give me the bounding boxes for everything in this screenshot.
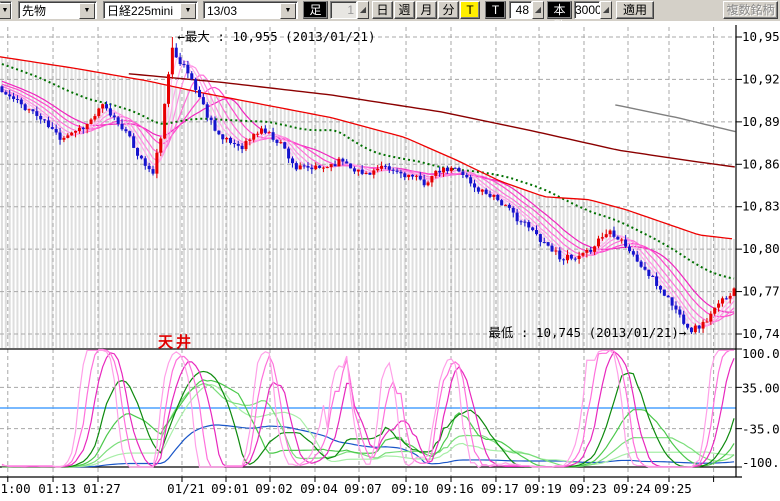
svg-text:09:17: 09:17 [481,481,519,496]
tick-mode-button[interactable]: T [485,1,506,19]
svg-text:09:16: 09:16 [436,481,474,496]
hidden-combo[interactable]: ▼ [0,1,12,19]
instrument-value: 日経225mini [107,3,173,19]
svg-text:10,775: 10,775 [742,284,780,299]
bar-interval-spin-icon[interactable]: ◢ [357,1,369,19]
monthly-button[interactable]: 月 [416,1,437,19]
instrument-combo[interactable]: 日経225mini ▼ [103,1,198,19]
svg-text:09:19: 09:19 [524,481,562,496]
svg-text:01/21: 01/21 [167,481,205,496]
minute-button[interactable]: 分 [438,1,459,19]
tick-count-field[interactable]: 48 [509,1,532,19]
svg-text:35.00: 35.00 [742,380,780,395]
chevron-down-icon[interactable]: ▼ [0,3,11,19]
svg-text:10,955: 10,955 [742,29,780,44]
chevron-down-icon[interactable]: ▼ [180,3,196,19]
bar-count-spin-icon[interactable]: ◢ [600,1,612,19]
svg-text:09:10: 09:10 [391,481,429,496]
svg-text:←最大 : 10,955 (2013/01/21): ←最大 : 10,955 (2013/01/21) [177,29,375,44]
svg-text:09:07: 09:07 [344,481,382,496]
svg-text:01:27: 01:27 [83,481,121,496]
svg-text:01:13: 01:13 [38,481,76,496]
tick-button[interactable]: T [460,1,480,19]
svg-text:01:00: 01:00 [0,481,31,496]
svg-text:天井: 天井 [158,333,194,351]
svg-text:09:24: 09:24 [613,481,651,496]
bar-interval-field[interactable]: 1 [330,1,357,19]
svg-text:10,895: 10,895 [742,114,780,129]
chart-canvas[interactable]: 01:00 01:13 01:27 01/21 09:01 09:02 09:04 09:07… [0,0,780,501]
tick-count-spin-icon[interactable]: ◢ [532,1,544,19]
svg-text:-35.00: -35.00 [742,422,780,437]
toolbar: ▼ 先物 ▼ 日経225mini ▼ 13/03 ▼ 足 1 ◢ 日 週 月 分… [0,0,780,21]
multi-symbol-button: 複数銘柄 [723,1,778,19]
bar-count-button[interactable]: 本数 [547,1,572,19]
svg-text:10,805: 10,805 [742,241,780,256]
trading-app-window: { "toolbar": { "mini_combo_icon": "▼", "… [0,0,780,501]
svg-text:10,835: 10,835 [742,199,780,214]
svg-text:100.00: 100.00 [742,346,780,361]
weekly-button[interactable]: 週 [394,1,415,19]
svg-text:10,745: 10,745 [742,326,780,341]
contract-month-value: 13/03 [207,3,237,19]
svg-text:最低 : 10,745 (2013/01/21)→: 最低 : 10,745 (2013/01/21)→ [488,325,687,340]
instrument-category-value: 先物 [22,3,46,19]
svg-text:10,865: 10,865 [742,156,780,171]
chevron-down-icon[interactable]: ▼ [280,3,296,19]
svg-text:-100.00: -100.00 [742,455,780,470]
chevron-down-icon[interactable]: ▼ [79,3,95,19]
contract-month-combo[interactable]: 13/03 ▼ [203,1,298,19]
svg-text:10,925: 10,925 [742,71,780,86]
bar-type-button[interactable]: 足 [303,1,328,19]
svg-text:09:25: 09:25 [654,481,692,496]
daily-button[interactable]: 日 [372,1,393,19]
svg-text:09:04: 09:04 [300,481,338,496]
instrument-category-combo[interactable]: 先物 ▼ [18,1,97,19]
svg-text:09:02: 09:02 [255,481,293,496]
svg-text:09:23: 09:23 [569,481,607,496]
apply-button[interactable]: 適用 [616,1,654,19]
svg-text:09:01: 09:01 [211,481,249,496]
bar-count-field[interactable]: 3000 [574,1,600,19]
